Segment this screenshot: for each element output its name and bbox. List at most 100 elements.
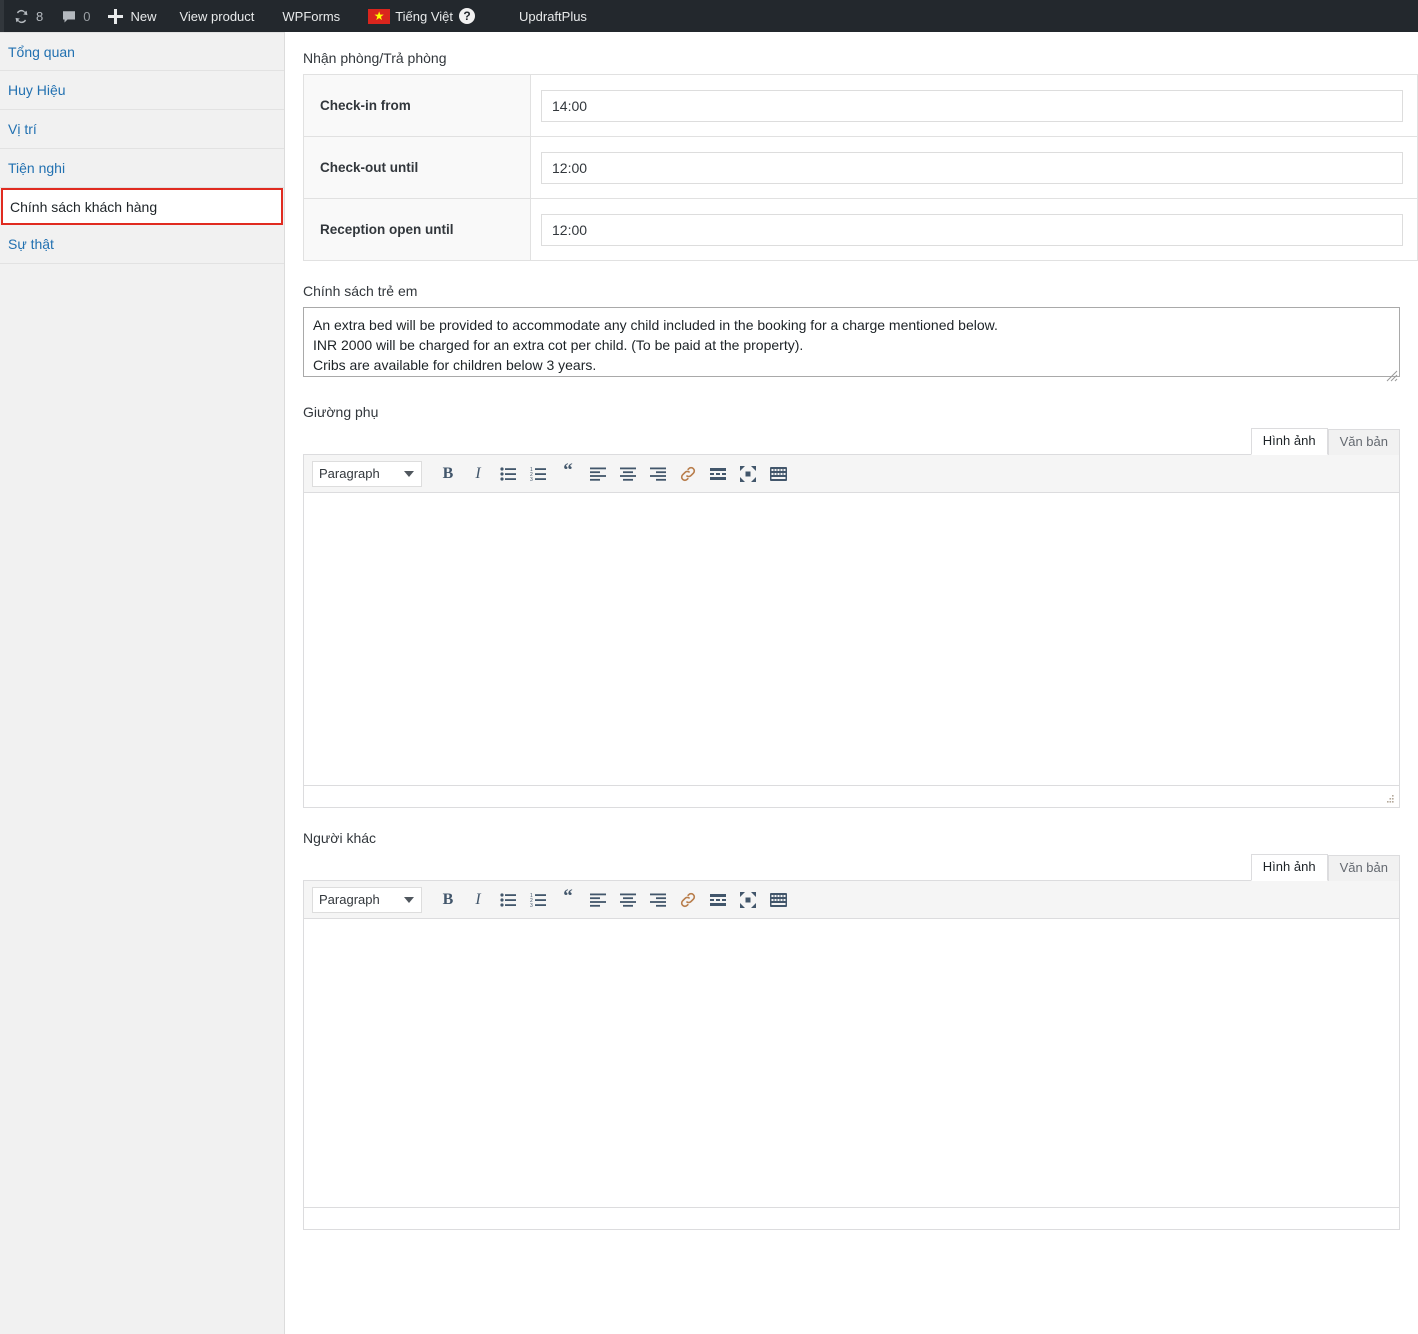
check-in-from-input[interactable]: [541, 89, 1403, 122]
extra-bed-editor-content[interactable]: [304, 493, 1399, 785]
blockquote-icon[interactable]: “: [554, 457, 582, 485]
extra-bed-title: Giường phụ: [303, 404, 379, 420]
read-more-icon[interactable]: [704, 886, 732, 914]
row-value-cell: [531, 75, 1417, 136]
sidebar-item-label: Huy Hiệu: [8, 82, 66, 98]
svg-text:3: 3: [530, 477, 533, 481]
editor-toolbar: Paragraph B I 1 2 3 “: [304, 455, 1399, 493]
reception-open-until-input[interactable]: [541, 213, 1403, 246]
sidebar-item-label: Tổng quan: [8, 43, 75, 60]
children-policy-wrap: [285, 307, 1418, 382]
row-label: Reception open until: [304, 199, 531, 260]
bulleted-list-icon[interactable]: [494, 460, 522, 488]
admin-bar-updraftplus-label: UpdraftPlus: [519, 8, 587, 24]
read-more-icon[interactable]: [704, 460, 732, 488]
help-icon[interactable]: ?: [459, 8, 476, 24]
editor-frame: Paragraph B I 1 2 3 “: [303, 880, 1400, 1230]
admin-bar-updraftplus[interactable]: UpdraftPlus: [505, 0, 601, 32]
sidebar-item-chinh-sach-khach-hang[interactable]: Chính sách khách hàng: [1, 188, 283, 225]
bold-icon[interactable]: B: [434, 886, 462, 914]
table-row: Check-in from: [304, 75, 1417, 137]
numbered-list-icon[interactable]: 1 2 3: [524, 886, 552, 914]
svg-text:3: 3: [530, 903, 533, 907]
other-people-editor: Hình ảnh Văn bản Paragraph B I 1 2 3 “: [285, 854, 1418, 1230]
sidebar-item-tien-nghi[interactable]: Tiện nghi: [0, 149, 284, 188]
row-label: Check-in from: [304, 75, 531, 136]
row-value-cell: [531, 199, 1417, 260]
italic-icon[interactable]: I: [464, 886, 492, 914]
admin-bar-new-label: New: [130, 8, 157, 24]
editor-toolbar: Paragraph B I 1 2 3 “: [304, 881, 1399, 919]
editor-statusbar: [304, 1207, 1399, 1229]
blockquote-icon[interactable]: “: [554, 883, 582, 911]
table-row: Reception open until: [304, 199, 1417, 261]
align-right-icon[interactable]: [644, 460, 672, 488]
sidebar-item-label: Chính sách khách hàng: [10, 198, 158, 215]
toolbar-toggle-icon[interactable]: [764, 886, 792, 914]
sidebar-item-vi-tri[interactable]: Vị trí: [0, 110, 284, 149]
admin-bar-wpforms[interactable]: WPForms: [268, 0, 354, 32]
fullscreen-icon[interactable]: [734, 886, 762, 914]
chevron-down-icon: [404, 470, 414, 477]
update-icon: [13, 8, 30, 25]
sidebar-item-label: Tiện nghi: [8, 160, 66, 176]
chevron-down-icon: [404, 896, 414, 903]
tab-text[interactable]: Văn bản: [1327, 429, 1400, 455]
editor-resize-handle-icon[interactable]: [1384, 792, 1396, 804]
other-people-title: Người khác: [303, 830, 377, 846]
admin-bar-new[interactable]: New: [99, 0, 165, 32]
admin-bar-language[interactable]: ★ Tiếng Việt ?: [354, 0, 489, 32]
italic-icon[interactable]: I: [464, 460, 492, 488]
editor-tabs: Hình ảnh Văn bản: [303, 428, 1400, 455]
numbered-list-icon[interactable]: 1 2 3: [524, 460, 552, 488]
check-out-until-input[interactable]: [541, 151, 1403, 184]
tab-visual[interactable]: Hình ảnh: [1250, 428, 1328, 455]
admin-bar-language-label: Tiếng Việt: [395, 8, 454, 24]
format-select-value: Paragraph: [319, 466, 380, 481]
tab-visual[interactable]: Hình ảnh: [1250, 854, 1328, 881]
admin-bar-view-product-label: View product: [179, 8, 255, 24]
align-center-icon[interactable]: [614, 460, 642, 488]
row-label: Check-out until: [304, 137, 531, 198]
checkin-section-title: Nhận phòng/Trả phòng: [303, 50, 447, 66]
admin-bar-wpforms-label: WPForms: [282, 8, 341, 24]
editor-statusbar: [304, 785, 1399, 807]
children-policy-textarea[interactable]: [303, 307, 1400, 377]
align-center-icon[interactable]: [614, 886, 642, 914]
vietnam-flag-icon: ★: [368, 8, 391, 24]
other-people-editor-content[interactable]: [304, 919, 1399, 1207]
editor-tabs: Hình ảnh Văn bản: [303, 854, 1400, 881]
sidebar-item-label: Vị trí: [8, 121, 37, 137]
sidebar-item-huy-hieu[interactable]: Huy Hiệu: [0, 71, 284, 110]
toolbar-toggle-icon[interactable]: [764, 460, 792, 488]
sidebar-item-tong-quan[interactable]: Tổng quan: [0, 32, 284, 71]
align-right-icon[interactable]: [644, 886, 672, 914]
update-count: 8: [36, 8, 44, 24]
checkin-policy-table: Check-in from Check-out until Reception …: [303, 74, 1418, 261]
table-row: Check-out until: [304, 137, 1417, 199]
tab-text[interactable]: Văn bản: [1327, 855, 1400, 881]
editor-frame: Paragraph B I 1 2 3 “: [303, 454, 1400, 808]
link-icon[interactable]: [674, 460, 702, 488]
sidebar-nav: Tổng quan Huy Hiệu Vị trí Tiện nghi Chín…: [0, 32, 285, 1334]
plus-icon: [108, 8, 124, 24]
format-select[interactable]: Paragraph: [312, 460, 422, 487]
admin-bar-comments[interactable]: 0: [52, 0, 99, 32]
fullscreen-icon[interactable]: [734, 460, 762, 488]
extra-bed-editor: Hình ảnh Văn bản Paragraph B I 1 2 3 “: [285, 428, 1418, 808]
sidebar-item-su-that[interactable]: Sự thật: [0, 225, 284, 264]
row-value-cell: [531, 137, 1417, 198]
comment-count: 0: [83, 8, 91, 24]
admin-bar-updates[interactable]: 8: [4, 0, 52, 32]
sidebar-item-label: Sự thật: [8, 236, 54, 252]
admin-bar: 8 0 New View product WPForms ★ Tiếng Việ…: [0, 0, 1418, 32]
link-icon[interactable]: [674, 886, 702, 914]
bulleted-list-icon[interactable]: [494, 886, 522, 914]
comment-icon: [61, 9, 77, 24]
align-left-icon[interactable]: [584, 886, 612, 914]
admin-bar-view-product[interactable]: View product: [165, 0, 268, 32]
align-left-icon[interactable]: [584, 460, 612, 488]
format-select[interactable]: Paragraph: [312, 886, 422, 913]
children-policy-title: Chính sách trẻ em: [303, 283, 418, 299]
bold-icon[interactable]: B: [434, 460, 462, 488]
